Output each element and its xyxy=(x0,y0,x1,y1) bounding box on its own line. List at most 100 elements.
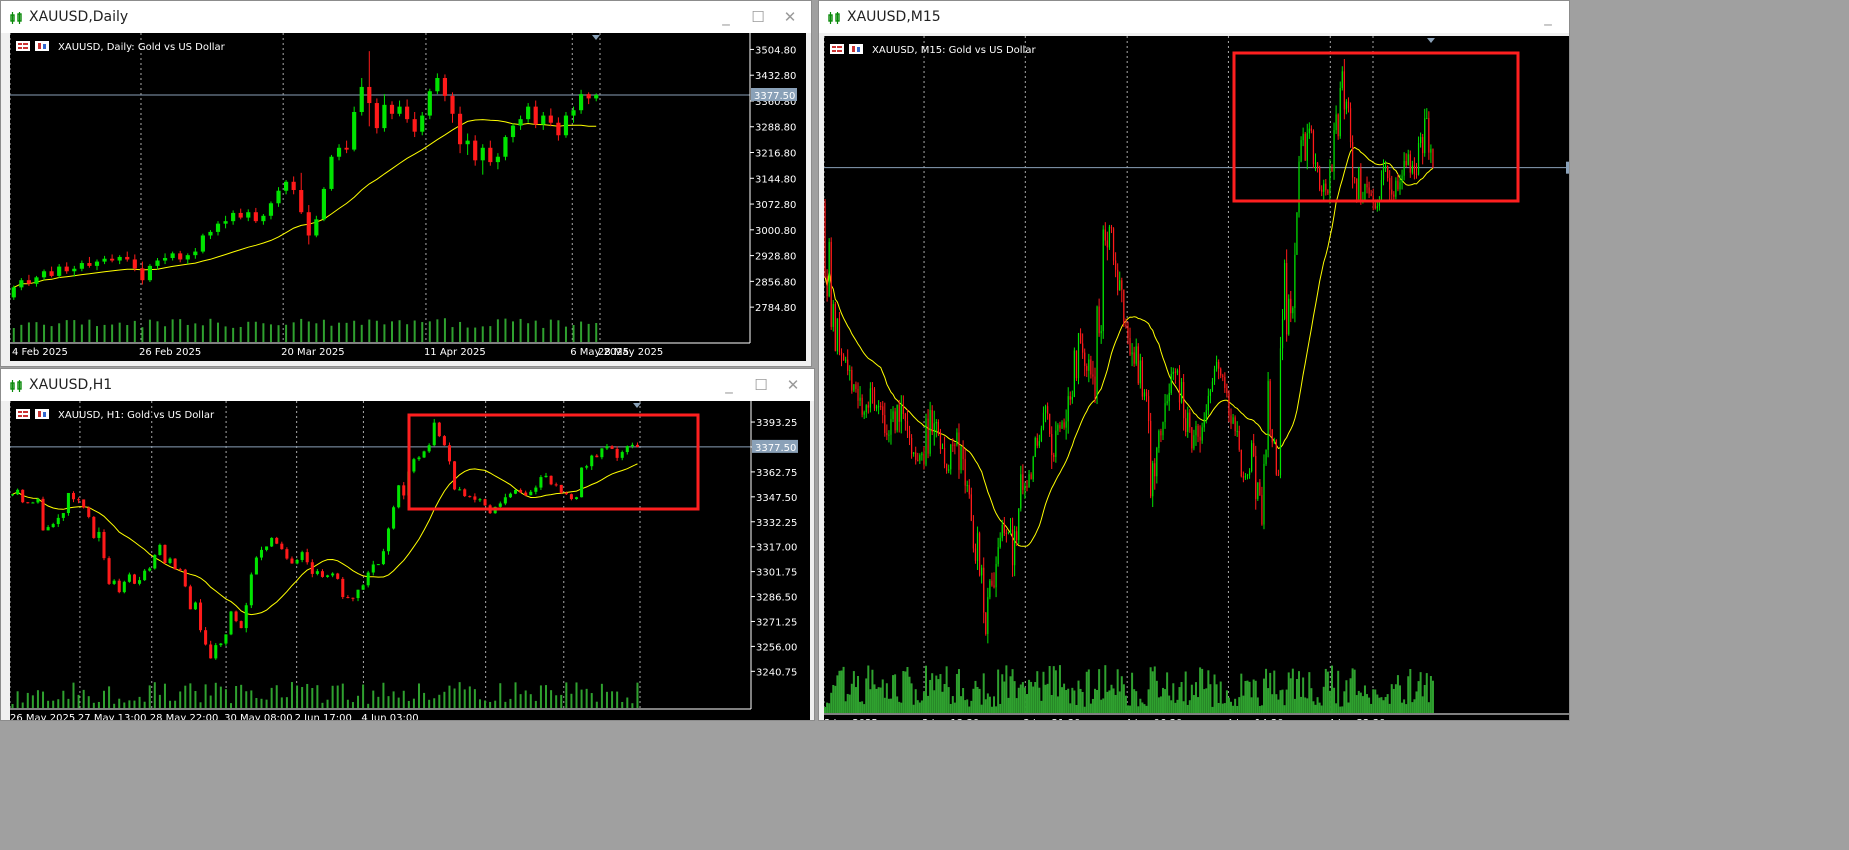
candle-body xyxy=(1253,443,1255,457)
table-icon xyxy=(23,411,28,413)
minimize-icon[interactable]: _ xyxy=(715,7,737,27)
candle-body xyxy=(1314,162,1317,164)
candle-body xyxy=(1032,456,1034,480)
candle-body xyxy=(1213,368,1216,382)
candle-body xyxy=(371,564,375,573)
candle-body xyxy=(244,605,248,629)
candle-body xyxy=(1321,189,1323,192)
table-icon xyxy=(830,44,844,54)
candle-body xyxy=(1191,427,1193,449)
candle-body xyxy=(1335,114,1337,131)
candle-body xyxy=(974,548,977,561)
candle-body xyxy=(199,602,203,631)
candle-body xyxy=(402,485,406,496)
candle-body xyxy=(875,406,878,409)
candle-body xyxy=(208,231,213,236)
time-axis-label: 4 Jun 22:30 xyxy=(1328,718,1385,721)
candle-body xyxy=(1106,240,1108,248)
candle-body xyxy=(341,578,345,598)
candle-body xyxy=(173,558,177,570)
candle-body xyxy=(1290,298,1292,314)
candle-body xyxy=(956,432,958,445)
minimize-icon[interactable]: _ xyxy=(718,375,740,395)
candle-body xyxy=(1061,422,1063,429)
candle-body xyxy=(231,212,236,222)
time-axis-label: 3 Jun 2025 xyxy=(824,718,878,721)
candle-body xyxy=(82,499,86,508)
h1-titlebar[interactable]: XAUUSD,H1 _ ☐ ✕ xyxy=(1,369,814,401)
candle-body xyxy=(1409,154,1411,173)
candle-body xyxy=(1215,361,1218,369)
candle-body xyxy=(432,422,436,446)
candle-body xyxy=(962,446,964,460)
candle-body xyxy=(1395,180,1397,197)
candle-body xyxy=(412,459,416,472)
price-tick-label: 3362.75 xyxy=(756,468,797,479)
candle-body xyxy=(906,420,909,432)
candle-body xyxy=(855,384,857,389)
candle-body xyxy=(590,455,594,467)
candle-body xyxy=(1244,475,1247,478)
candle-body xyxy=(1343,71,1345,110)
candle-body xyxy=(1100,331,1102,334)
candle-body xyxy=(204,630,208,645)
candle-body xyxy=(261,215,266,222)
daily-titlebar[interactable]: XAUUSD,Daily _ ☐ ✕ xyxy=(1,1,811,33)
h1-chart[interactable]: 3393.253378.003362.753347.503332.253317.… xyxy=(9,401,810,720)
candle-body xyxy=(155,260,160,266)
candle-body xyxy=(1046,406,1049,414)
price-tick-label: 3332.25 xyxy=(756,518,797,529)
candle-body xyxy=(132,259,137,269)
price-tick-label: 3347.50 xyxy=(756,493,797,504)
candle-body xyxy=(1071,396,1073,400)
candle-body xyxy=(1082,343,1084,353)
m15-chart[interactable]: 3 Jun 2025 3 Jun 13:30 3 Jun 21:30 4 Jun 06… xyxy=(823,36,1569,721)
candle-body xyxy=(374,103,379,129)
close-icon[interactable]: ✕ xyxy=(782,375,804,395)
candle-body xyxy=(435,78,440,92)
candle-body xyxy=(1325,183,1327,191)
price-tick-label: 3256.00 xyxy=(756,642,797,653)
candle-body xyxy=(1092,374,1094,377)
candle-body xyxy=(556,122,561,136)
candle-body xyxy=(1117,269,1119,291)
candle-body xyxy=(859,397,861,401)
candle-body xyxy=(946,463,948,471)
candle-body xyxy=(526,106,531,120)
m15-titlebar[interactable]: XAUUSD,M15 _ xyxy=(819,1,1569,33)
candle-body xyxy=(310,562,314,574)
maximize-icon[interactable]: ☐ xyxy=(750,375,772,395)
candle-body xyxy=(1108,226,1111,248)
price-tick-label: 3240.75 xyxy=(756,667,797,678)
candle-body xyxy=(1331,168,1333,172)
candle-body xyxy=(620,452,624,458)
candle-body xyxy=(989,580,991,598)
candle-body xyxy=(1389,178,1391,190)
table-icon xyxy=(18,415,22,417)
candle-body xyxy=(1051,434,1053,455)
candle-body xyxy=(1230,415,1232,424)
candle-body xyxy=(26,502,30,504)
candle-body xyxy=(1003,524,1005,533)
candle-body xyxy=(838,318,841,352)
candle-body xyxy=(917,459,919,461)
candle-body xyxy=(1403,161,1405,176)
candle-body xyxy=(148,568,152,571)
candle-body xyxy=(847,359,849,371)
close-icon[interactable]: ✕ xyxy=(779,7,801,27)
candle-body xyxy=(882,406,884,416)
daily-chart[interactable]: 3504.80 3432.80 3360.80 3288.80 3216.80 3144.… xyxy=(9,33,806,361)
candle-body xyxy=(1063,422,1065,428)
candle-body xyxy=(193,602,197,610)
candle-body xyxy=(1129,338,1131,355)
candle-body xyxy=(1084,352,1086,366)
candle-body xyxy=(1009,529,1012,533)
candle-body xyxy=(896,404,898,431)
maximize-icon[interactable]: ☐ xyxy=(747,7,769,27)
h1-window-title: XAUUSD,H1 xyxy=(29,377,113,393)
candle-body xyxy=(254,557,258,575)
candle-body xyxy=(981,567,983,576)
candle-body xyxy=(1327,190,1329,194)
minimize-icon[interactable]: _ xyxy=(1537,7,1559,27)
candle-body xyxy=(615,448,619,458)
